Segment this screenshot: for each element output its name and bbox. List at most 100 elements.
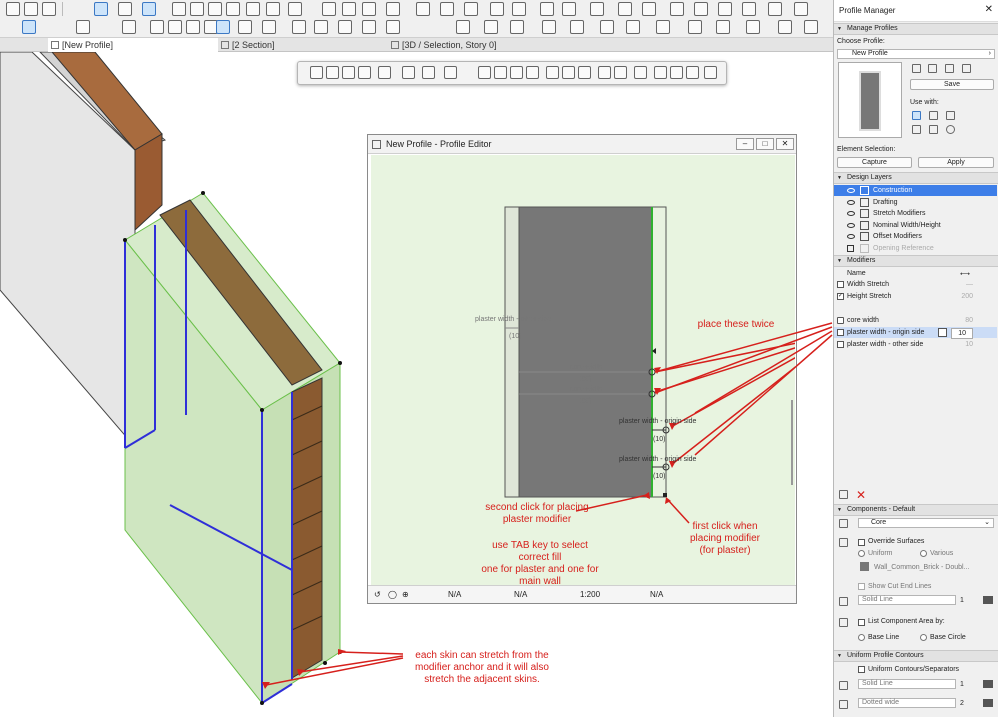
use-handrail-icon[interactable] bbox=[912, 125, 921, 134]
layer-row-opening[interactable]: Opening Reference bbox=[834, 243, 997, 254]
roof-tool-icon[interactable] bbox=[262, 20, 276, 34]
bisector-icon[interactable] bbox=[226, 2, 240, 16]
list-area-checkbox[interactable] bbox=[858, 619, 865, 626]
adjust-icon[interactable] bbox=[342, 2, 356, 16]
maximize-button[interactable]: □ bbox=[756, 138, 774, 150]
arrow-tool-icon[interactable] bbox=[6, 2, 20, 16]
cut-end-checkbox[interactable] bbox=[858, 583, 865, 590]
elevate-icon[interactable] bbox=[490, 2, 504, 16]
override-checkbox[interactable] bbox=[858, 539, 865, 546]
tab-2-section[interactable]: [2 Section] bbox=[218, 38, 388, 52]
surface-name[interactable]: Wall_Common_Brick - Doubl... bbox=[874, 564, 969, 571]
checkbox-icon[interactable] bbox=[847, 245, 854, 252]
layer-settings-icon[interactable] bbox=[310, 66, 323, 79]
fit-window-icon[interactable] bbox=[526, 66, 539, 79]
layer-hide-icon[interactable] bbox=[358, 66, 371, 79]
layer-row-stretch-modifiers[interactable]: Stretch Modifiers bbox=[834, 208, 997, 219]
modifier-value-input[interactable]: 10 bbox=[951, 328, 973, 339]
contour-line-select[interactable]: Solid Line bbox=[858, 679, 956, 689]
various-radio[interactable] bbox=[920, 550, 927, 557]
base-circle-radio[interactable] bbox=[920, 634, 927, 641]
component-select[interactable]: Core ⌄ bbox=[858, 518, 994, 528]
camera-icon[interactable] bbox=[716, 20, 730, 34]
modifier-core-width[interactable]: core width 80 bbox=[834, 315, 997, 326]
use-railing-icon[interactable] bbox=[929, 125, 938, 134]
wall-tool-icon[interactable] bbox=[76, 20, 90, 34]
distribute-icon[interactable] bbox=[694, 2, 708, 16]
new-profile-icon[interactable] bbox=[912, 64, 921, 73]
mesh-tool-icon[interactable] bbox=[292, 20, 306, 34]
spacing-icon[interactable] bbox=[634, 66, 647, 79]
delete-modifier-icon[interactable]: ✕ bbox=[856, 488, 866, 502]
beam-tool-icon[interactable] bbox=[186, 20, 200, 34]
drag-icon[interactable] bbox=[512, 2, 526, 16]
guide-line-icon[interactable] bbox=[266, 2, 280, 16]
layer-row-nominal[interactable]: Nominal Width/Height bbox=[834, 220, 997, 231]
pen-swatch[interactable] bbox=[983, 596, 993, 604]
layer-row-construction[interactable]: Construction bbox=[834, 185, 997, 196]
editor-titlebar[interactable]: New Profile - Profile Editor – □ ✕ bbox=[368, 135, 796, 154]
section-modifiers[interactable]: Modifiers bbox=[834, 255, 998, 267]
checkbox[interactable] bbox=[837, 281, 844, 288]
status-na-3[interactable]: N/A bbox=[650, 590, 663, 599]
trace-icon[interactable] bbox=[288, 2, 302, 16]
notes-icon[interactable] bbox=[670, 66, 683, 79]
elevation-icon[interactable] bbox=[542, 20, 556, 34]
column-tool-icon[interactable] bbox=[168, 20, 182, 34]
visibility-eye-icon[interactable] bbox=[847, 211, 855, 216]
teamwork-icon[interactable] bbox=[804, 20, 818, 34]
modifier-plaster-other[interactable]: plaster width - other side 10 bbox=[834, 339, 997, 350]
capture-button[interactable]: Capture bbox=[837, 157, 912, 168]
multiply-icon[interactable] bbox=[540, 2, 554, 16]
pen-number[interactable]: 1 bbox=[960, 597, 964, 604]
offset-icon[interactable] bbox=[246, 2, 260, 16]
separator-line-select[interactable]: Dotted wide bbox=[858, 698, 956, 708]
status-na-2[interactable]: N/A bbox=[514, 590, 527, 599]
render-icon[interactable] bbox=[746, 20, 760, 34]
scale-value[interactable]: 1:200 bbox=[580, 590, 600, 599]
layer-row-offset[interactable]: Offset Modifiers bbox=[834, 231, 997, 242]
fillet-icon[interactable] bbox=[386, 2, 400, 16]
uniform-contours-checkbox[interactable] bbox=[858, 666, 865, 673]
visibility-eye-icon[interactable] bbox=[847, 223, 855, 228]
pen-set-icon[interactable] bbox=[378, 66, 391, 79]
status-na-1[interactable]: N/A bbox=[448, 590, 461, 599]
minimize-button[interactable]: – bbox=[736, 138, 754, 150]
text-align-center-icon[interactable] bbox=[562, 66, 575, 79]
layer-row-drafting[interactable]: Drafting bbox=[834, 197, 997, 208]
label-tool-icon[interactable] bbox=[768, 2, 782, 16]
info-icon[interactable] bbox=[946, 125, 955, 134]
duplicate-profile-icon[interactable] bbox=[928, 64, 937, 73]
profile-select[interactable]: New Profile › bbox=[837, 49, 995, 59]
zoom-in-icon[interactable] bbox=[494, 66, 507, 79]
railing-tool-icon[interactable] bbox=[386, 20, 400, 34]
view-icon[interactable] bbox=[484, 20, 498, 34]
perpendicular-icon[interactable] bbox=[190, 2, 204, 16]
snap-reference-icon[interactable] bbox=[118, 2, 132, 16]
visibility-eye-icon[interactable] bbox=[847, 200, 855, 205]
group-icon[interactable] bbox=[590, 2, 604, 16]
section-components[interactable]: Components - Default bbox=[834, 504, 998, 516]
magic-wand-icon[interactable] bbox=[42, 2, 56, 16]
model-view-icon[interactable] bbox=[402, 66, 415, 79]
shell-tool-icon[interactable] bbox=[314, 20, 328, 34]
apply-button[interactable]: Apply bbox=[918, 157, 994, 168]
uniform-radio[interactable] bbox=[858, 550, 865, 557]
separator-pen-number[interactable]: 2 bbox=[960, 700, 964, 707]
constraint-icon[interactable] bbox=[172, 2, 186, 16]
lock-icon[interactable] bbox=[618, 2, 632, 16]
section-uniform-profile-contours[interactable]: Uniform Profile Contours bbox=[834, 650, 998, 662]
modifier-plaster-origin[interactable]: plaster width - origin side 10 bbox=[834, 327, 997, 339]
favorites-star-icon[interactable] bbox=[216, 20, 230, 34]
orbit-icon[interactable] bbox=[656, 20, 670, 34]
text-align-left-icon[interactable] bbox=[546, 66, 559, 79]
window-tool-icon[interactable] bbox=[150, 20, 164, 34]
align-icon[interactable] bbox=[670, 2, 684, 16]
distribute-v-icon[interactable] bbox=[614, 66, 627, 79]
save-button[interactable]: Save bbox=[910, 79, 994, 90]
pin-icon[interactable] bbox=[686, 66, 699, 79]
detail-icon[interactable] bbox=[570, 20, 584, 34]
modifier-width-stretch[interactable]: Width Stretch — bbox=[834, 279, 997, 290]
tree-icon[interactable] bbox=[704, 66, 717, 79]
rename-icon[interactable] bbox=[945, 64, 954, 73]
